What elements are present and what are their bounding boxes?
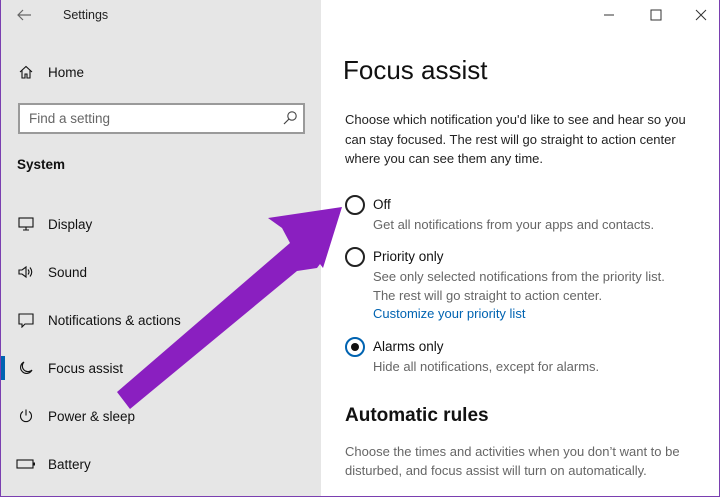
automatic-rules-desc: Choose the times and activities when you… xyxy=(345,444,680,478)
moon-icon xyxy=(15,357,37,379)
sidebar-item-label: Display xyxy=(48,216,93,232)
sidebar-item-label: Sound xyxy=(48,264,88,280)
automatic-rules-title: Automatic rules xyxy=(345,405,489,426)
option-desc-priority-line2: The rest will go straight to action cent… xyxy=(373,288,603,303)
option-desc-off: Get all notifications from your apps and… xyxy=(373,217,655,232)
sidebar-item-battery[interactable]: Battery xyxy=(1,444,321,484)
search-icon[interactable] xyxy=(282,110,298,126)
search-box[interactable] xyxy=(18,103,305,134)
display-icon xyxy=(15,213,37,235)
power-icon xyxy=(15,405,37,427)
page-title: Focus assist xyxy=(343,55,488,85)
option-label-priority-only: Priority only xyxy=(373,249,444,264)
selection-marker xyxy=(1,356,5,380)
close-icon[interactable] xyxy=(687,4,715,26)
option-desc-alarms: Hide all notifications, except for alarm… xyxy=(373,359,600,374)
sidebar-item-sound[interactable]: Sound xyxy=(1,252,321,292)
section-label-system: System xyxy=(17,157,66,172)
main-pane: Focus assist Choose which notification y… xyxy=(321,0,719,496)
search-input[interactable] xyxy=(20,105,270,132)
minimize-icon[interactable] xyxy=(595,4,623,26)
sidebar-item-label: Home xyxy=(48,64,85,80)
sound-icon xyxy=(15,261,37,283)
option-label-off: Off xyxy=(373,197,391,212)
sidebar-item-home[interactable]: Home xyxy=(1,52,321,92)
option-label-alarms-only: Alarms only xyxy=(373,339,444,354)
app-title: Settings xyxy=(63,8,109,22)
home-icon xyxy=(15,61,37,83)
sidebar-item-label: Notifications & actions xyxy=(48,312,181,328)
notifications-icon xyxy=(15,309,37,331)
radio-off[interactable] xyxy=(345,195,365,215)
sidebar-item-label: Focus assist xyxy=(48,360,124,376)
sidebar-item-label: Power & sleep xyxy=(48,408,136,424)
intro-text: Choose which notification you'd like to … xyxy=(345,112,686,166)
settings-window: Settings Home System Display Sound xyxy=(0,0,720,497)
sidebar-item-power-sleep[interactable]: Power & sleep xyxy=(1,396,321,436)
battery-icon xyxy=(15,453,37,475)
customize-priority-list-link[interactable]: Customize your priority list xyxy=(373,306,525,321)
sidebar-item-focus-assist[interactable]: Focus assist xyxy=(1,348,321,388)
option-desc-priority-line1: See only selected notifications from the… xyxy=(373,269,665,284)
sidebar-item-display[interactable]: Display xyxy=(1,204,321,244)
sidebar: Settings Home System Display Sound xyxy=(1,0,321,496)
sidebar-item-notifications[interactable]: Notifications & actions xyxy=(1,300,321,340)
radio-alarms-only[interactable] xyxy=(345,337,365,357)
sidebar-item-label: Battery xyxy=(48,456,91,472)
back-arrow-icon[interactable] xyxy=(15,7,33,25)
maximize-icon[interactable] xyxy=(642,4,670,26)
radio-priority-only[interactable] xyxy=(345,247,365,267)
